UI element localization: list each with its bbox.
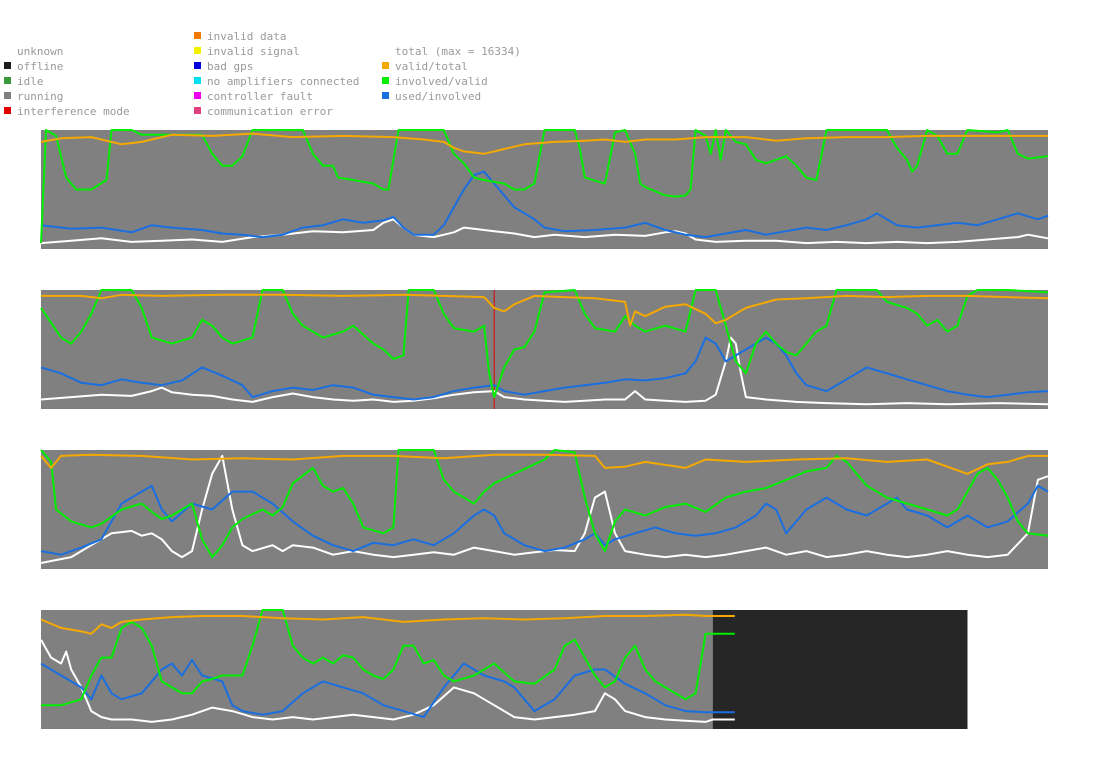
chart-panel-3 <box>40 449 1049 569</box>
status-segment-offline <box>712 610 968 729</box>
chart-panel-1 <box>40 129 1049 249</box>
chart-area <box>40 129 1049 729</box>
chart-panel-4 <box>40 609 968 729</box>
chart-panel-2 <box>40 289 1049 409</box>
